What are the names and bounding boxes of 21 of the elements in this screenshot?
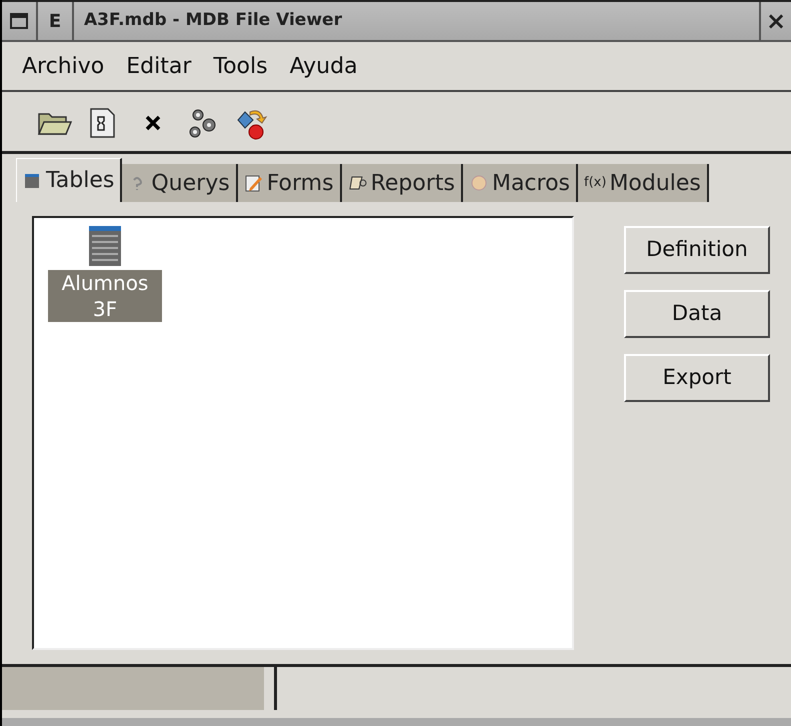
action-button[interactable]: Data: [624, 290, 770, 338]
window-menu-button[interactable]: E: [38, 2, 74, 40]
window-icon: [10, 13, 28, 29]
tab[interactable]: Querys: [122, 164, 238, 202]
action-button[interactable]: Definition: [624, 226, 770, 274]
menu-item[interactable]: Editar: [118, 50, 200, 82]
close-button[interactable]: ×: [761, 2, 791, 40]
tab[interactable]: Macros: [462, 164, 578, 202]
window-title: A3F.mdb - MDB File Viewer: [74, 2, 761, 40]
table-item-label[interactable]: Alumnos 3F: [48, 270, 162, 322]
menu-item[interactable]: Ayuda: [282, 50, 366, 82]
form-icon: [244, 173, 264, 193]
menu-item[interactable]: Tools: [205, 50, 276, 82]
tab[interactable]: Forms: [238, 164, 342, 202]
tab[interactable]: Tables: [16, 158, 122, 202]
function-icon: f(x): [584, 173, 606, 193]
macro-icon: [468, 173, 489, 193]
action-button[interactable]: Export: [624, 354, 770, 402]
table-icon: [89, 226, 121, 266]
tab[interactable]: Reports: [342, 164, 463, 202]
menu-item[interactable]: Archivo: [14, 50, 112, 82]
